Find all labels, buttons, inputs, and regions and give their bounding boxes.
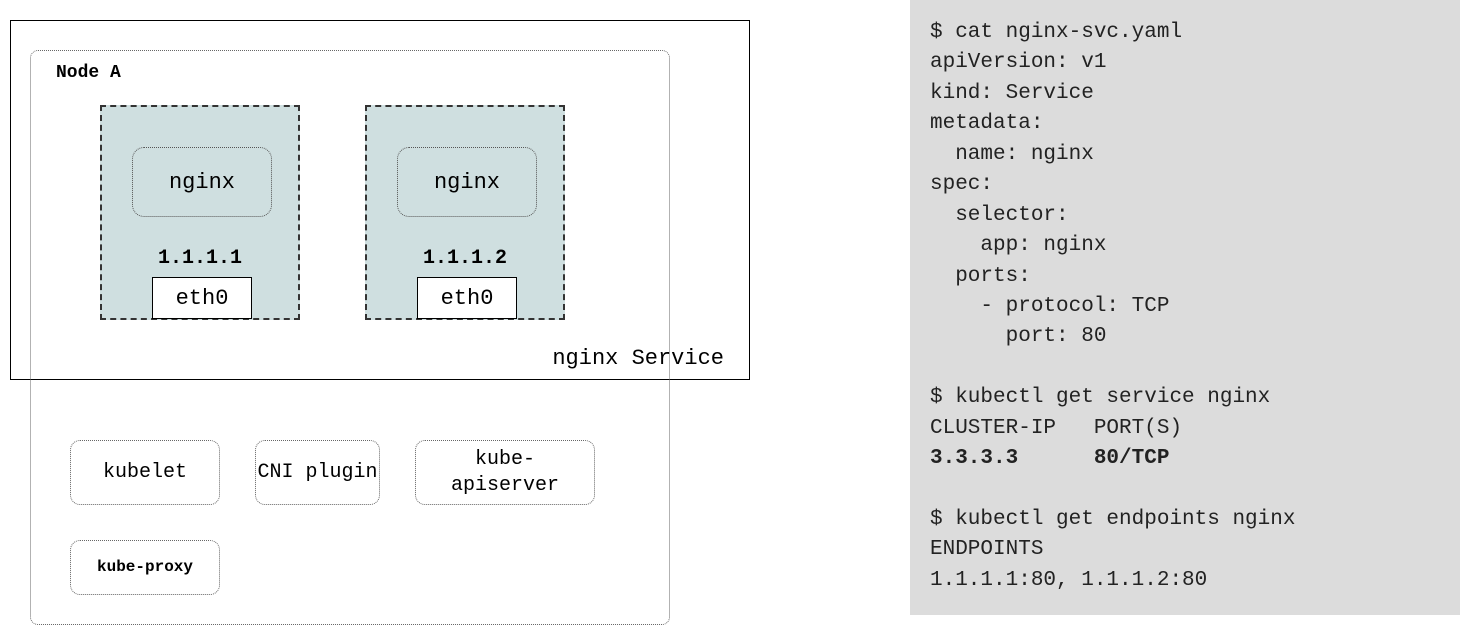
yaml-line: name: nginx <box>930 143 1094 166</box>
yaml-line: ports: <box>930 265 1031 288</box>
pod-1: nginx 1.1.1.1 eth0 <box>100 105 300 320</box>
component-kube-apiserver: kube- apiserver <box>415 440 595 505</box>
container-nginx-2: nginx <box>397 147 537 217</box>
yaml-line: port: 80 <box>930 325 1106 348</box>
pod-2-ip: 1.1.1.2 <box>367 247 563 270</box>
ep-row: 1.1.1.1:80, 1.1.1.2:80 <box>930 569 1207 592</box>
cmd-get-svc: $ kubectl get service nginx <box>930 386 1270 409</box>
svc-header: CLUSTER-IP PORT(S) <box>930 417 1182 440</box>
diagram-area: nginx Service Node A nginx 1.1.1.1 eth0 … <box>10 20 750 620</box>
pod-2: nginx 1.1.1.2 eth0 <box>365 105 565 320</box>
ep-header: ENDPOINTS <box>930 538 1043 561</box>
component-cni-plugin: CNI plugin <box>255 440 380 505</box>
svc-row: 3.3.3.3 80/TCP <box>930 447 1169 470</box>
yaml-line: kind: Service <box>930 82 1094 105</box>
yaml-line: - protocol: TCP <box>930 295 1169 318</box>
yaml-line: apiVersion: v1 <box>930 51 1106 74</box>
component-kubelet: kubelet <box>70 440 220 505</box>
yaml-line: selector: <box>930 204 1069 227</box>
pod-2-iface: eth0 <box>417 277 517 319</box>
yaml-line: app: nginx <box>930 234 1106 257</box>
pod-1-ip: 1.1.1.1 <box>102 247 298 270</box>
yaml-line: spec: <box>930 173 993 196</box>
node-label: Node A <box>56 63 121 83</box>
cmd-cat: $ cat nginx-svc.yaml <box>930 21 1182 44</box>
cmd-get-endpoints: $ kubectl get endpoints nginx <box>930 508 1295 531</box>
terminal-panel: $ cat nginx-svc.yaml apiVersion: v1 kind… <box>910 0 1460 615</box>
yaml-line: metadata: <box>930 112 1043 135</box>
component-kube-proxy: kube-proxy <box>70 540 220 595</box>
pod-1-iface: eth0 <box>152 277 252 319</box>
container-nginx-1: nginx <box>132 147 272 217</box>
